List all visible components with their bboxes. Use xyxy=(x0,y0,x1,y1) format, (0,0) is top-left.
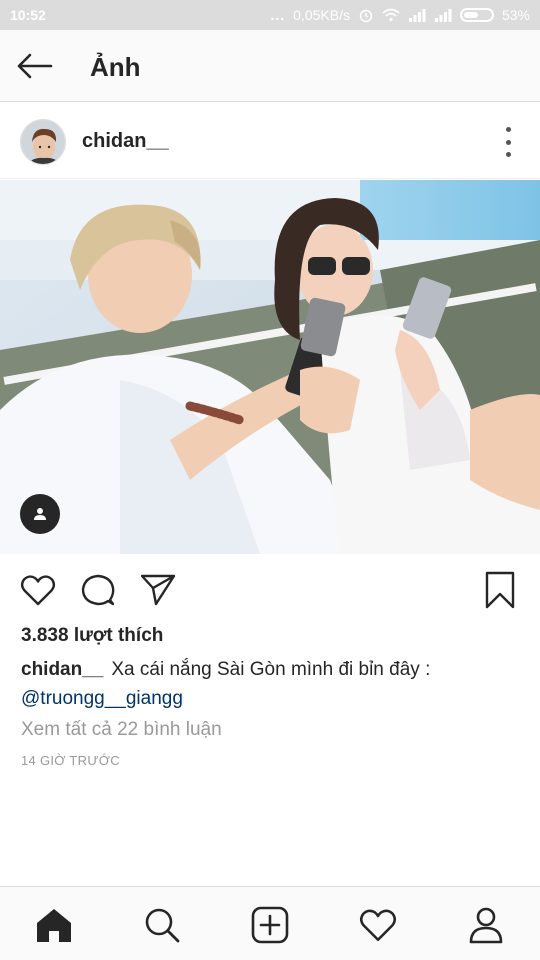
bookmark-button[interactable] xyxy=(480,570,520,610)
app-bar: Ảnh xyxy=(0,30,540,102)
bottom-nav xyxy=(0,886,540,960)
post-timestamp: 14 GIỜ TRƯỚC xyxy=(21,753,120,768)
caption-mention[interactable]: @truongg__giangg xyxy=(21,688,183,709)
tagged-users-button[interactable] xyxy=(20,494,60,534)
post-actions xyxy=(0,562,540,618)
page-title: Ảnh xyxy=(90,52,141,82)
comment-button[interactable] xyxy=(78,570,118,610)
arrow-left-icon xyxy=(17,53,53,79)
search-icon xyxy=(145,908,180,943)
heart-icon xyxy=(20,575,56,606)
nav-activity[interactable] xyxy=(356,903,400,947)
nav-profile[interactable] xyxy=(464,903,508,947)
home-icon xyxy=(37,909,71,942)
battery-icon xyxy=(459,8,494,22)
battery-level: 53% xyxy=(501,7,530,23)
like-count[interactable]: 3.838 lượt thích xyxy=(21,625,163,647)
more-dot-icon xyxy=(505,139,511,145)
caption-text: Xa cái nắng Sài Gòn mình đi bỉn đây : xyxy=(111,659,431,680)
signal-icon-2 xyxy=(434,9,452,22)
share-icon xyxy=(140,574,176,606)
avatar-image xyxy=(21,120,65,164)
comment-icon xyxy=(81,574,115,606)
nav-add[interactable] xyxy=(248,903,292,947)
like-button[interactable] xyxy=(18,570,58,610)
status-right: ... 0,05KB/s 53% xyxy=(270,7,530,23)
activity-heart-icon xyxy=(359,909,397,942)
more-dot-icon xyxy=(505,127,511,132)
caption-username[interactable]: chidan__ xyxy=(21,659,103,680)
back-button[interactable] xyxy=(14,48,54,84)
status-time: 10:52 xyxy=(10,7,46,23)
more-dot-icon xyxy=(505,152,511,157)
post-username[interactable]: chidan__ xyxy=(82,130,169,153)
status-bar: 10:52 ... 0,05KB/s 53% xyxy=(0,0,540,30)
avatar[interactable] xyxy=(20,119,66,165)
share-button[interactable] xyxy=(138,570,178,610)
alarm-icon xyxy=(359,9,373,23)
post-caption: chidan__ Xa cái nắng Sài Gòn mình đi bỉn … xyxy=(21,655,521,713)
bookmark-icon xyxy=(485,571,515,609)
add-icon xyxy=(251,906,289,944)
more-options-button[interactable] xyxy=(498,127,518,157)
network-speed: 0,05KB/s xyxy=(293,7,350,23)
signal-icon xyxy=(408,9,426,22)
notification-dots-icon: ... xyxy=(270,7,286,23)
nav-home[interactable] xyxy=(32,903,76,947)
post-photo[interactable] xyxy=(0,180,540,554)
post-header: chidan__ xyxy=(0,103,540,179)
person-icon xyxy=(34,508,46,520)
nav-search[interactable] xyxy=(140,903,184,947)
view-all-comments-link[interactable]: Xem tất cả 22 bình luận xyxy=(21,719,222,741)
profile-icon xyxy=(469,907,503,944)
post-image xyxy=(0,180,540,554)
wifi-icon xyxy=(382,8,400,22)
